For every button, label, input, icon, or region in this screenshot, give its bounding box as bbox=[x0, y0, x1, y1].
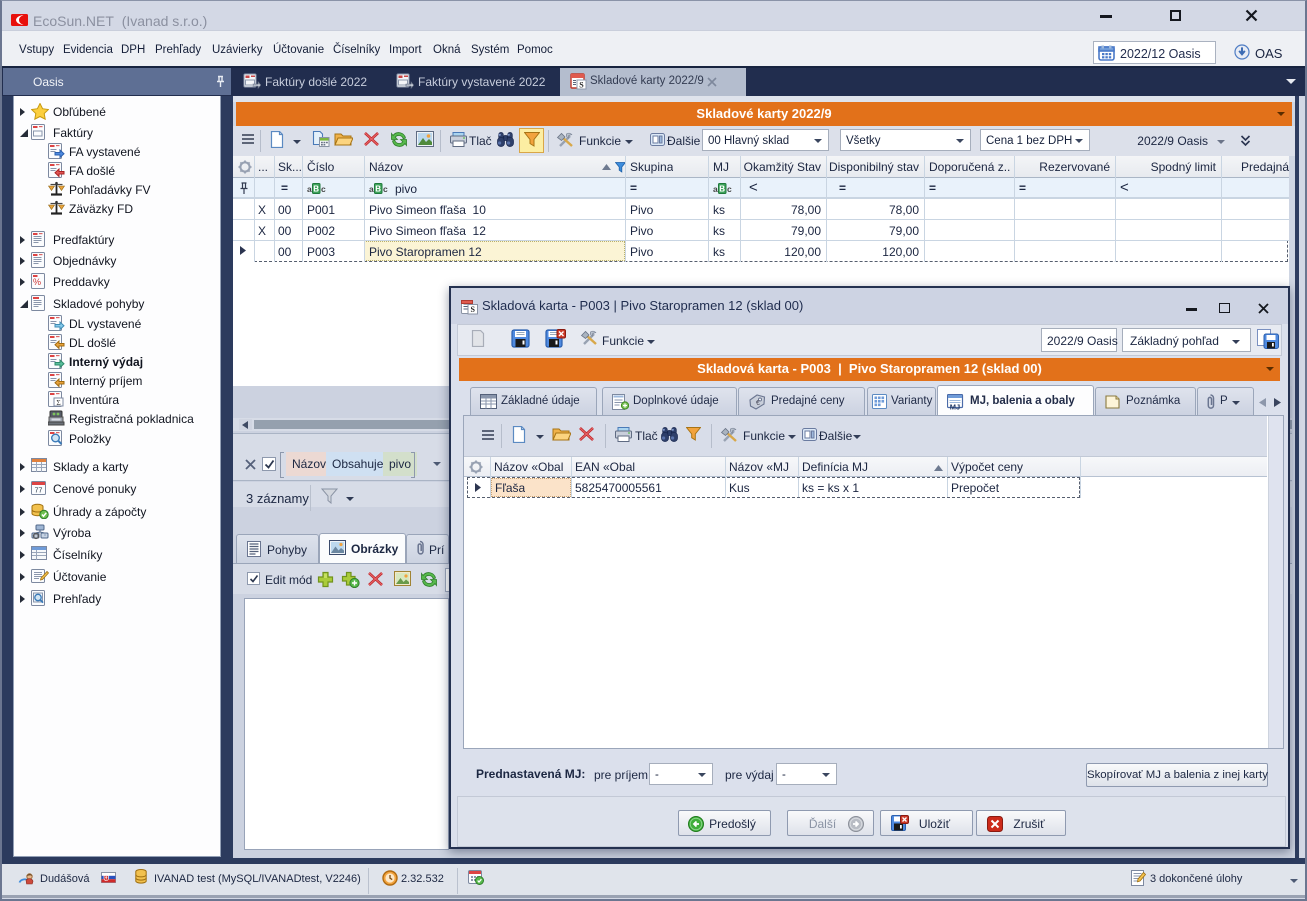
svg-text:B: B bbox=[313, 185, 319, 194]
svg-text:a: a bbox=[369, 184, 374, 194]
svg-text:Σ: Σ bbox=[56, 398, 60, 407]
svg-text:c: c bbox=[383, 184, 388, 194]
svg-text:MJ: MJ bbox=[950, 403, 960, 411]
svg-text:B: B bbox=[375, 185, 381, 194]
svg-text:77: 77 bbox=[35, 488, 43, 495]
svg-text:€: € bbox=[756, 400, 760, 407]
svg-text:c: c bbox=[727, 184, 732, 194]
svg-text:a: a bbox=[713, 184, 718, 194]
svg-text:c: c bbox=[321, 184, 326, 194]
svg-text:S: S bbox=[470, 305, 475, 314]
svg-text:S: S bbox=[579, 81, 584, 90]
svg-text:%: % bbox=[33, 277, 41, 287]
svg-text:B: B bbox=[719, 185, 725, 194]
svg-text:a: a bbox=[307, 184, 312, 194]
